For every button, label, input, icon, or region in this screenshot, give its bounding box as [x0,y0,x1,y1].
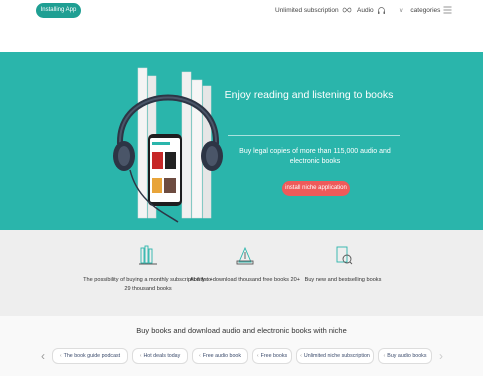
hero-title: Enjoy reading and listening to books [224,89,394,101]
nav-audio[interactable]: Audio [357,4,386,16]
tag-free-audio-book[interactable]: ‹ Free audio book [192,348,248,364]
books-headphones-illustration [113,67,223,223]
hero-subtitle: Buy legal copies of more than 115,000 au… [239,148,391,165]
chevron-left-icon: ‹ [300,353,302,359]
chevron-left-icon: ‹ [198,353,201,359]
menu-icon [443,6,452,14]
chevron-left-icon: ‹ [139,353,142,359]
tag-book-guide-podcast[interactable]: ‹ The book guide podcast [52,348,128,364]
tag-unlimited-niche-subscription[interactable]: ‹ Unlimited niche subscription [296,348,374,364]
section-title: Buy books and download audio and electro… [136,326,347,335]
bestseller-book-icon [336,246,353,265]
nav-audio-label: Audio [357,6,374,14]
feature-bestsellers-text: Buy new and bestselling books [304,277,382,283]
nav-subscription-label: Unlimited subscription [275,6,339,14]
chevron-left-icon: ‹ [383,353,386,359]
books-icon [139,245,157,265]
tag-hot-deals-today[interactable]: ‹ Hot deals today [132,348,188,364]
tag-buy-audio-books[interactable]: ‹ Buy audio books [378,348,432,364]
install-niche-app-button[interactable]: install niche application [282,181,350,196]
nav-unlimited-subscription[interactable]: Unlimited subscription [275,4,352,16]
nav-categories[interactable]: ∨ categories [399,4,452,16]
download-book-icon [236,246,254,265]
carousel-next-arrow-icon[interactable]: › [436,348,446,364]
hero-divider [228,135,400,136]
tag-free-books[interactable]: ‹ Free books [252,348,292,364]
top-header: Installing App Unlimited subscription Au… [0,0,483,40]
carousel-prev-arrow-icon[interactable]: ‹ [38,348,48,364]
hero-banner: Enjoy reading and listening to books Buy… [0,52,483,230]
bottom-section: Buy books and download audio and electro… [0,316,483,376]
nav-categories-label: categories [410,6,441,14]
chevron-down-icon: ∨ [399,7,404,14]
infinity-icon [342,7,351,13]
tags-carousel: ‹ ‹ The book guide podcast ‹ Hot deals tod… [38,348,448,364]
headphones-icon [377,6,385,14]
chevron-left-icon: ‹ [256,353,259,359]
features-strip: The possibility of buying a monthly subs… [0,230,483,316]
install-app-button[interactable]: Installing App [36,3,81,18]
chevron-left-icon: ‹ [59,353,62,359]
